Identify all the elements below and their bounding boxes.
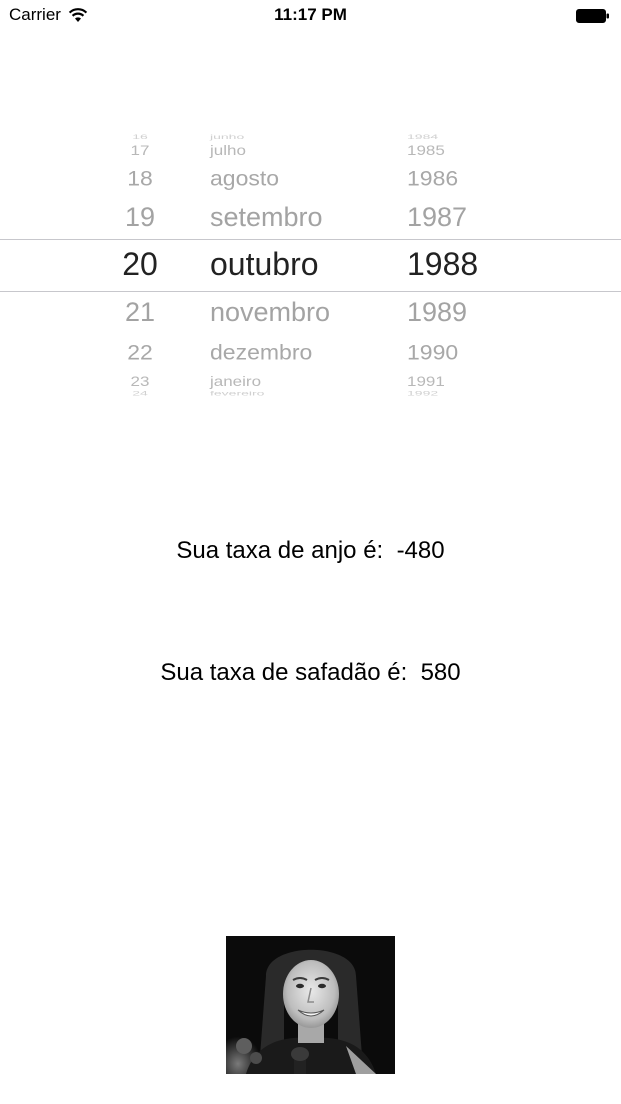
year-wheel[interactable]: 1984 1985 1986 1987 1988 1989 1990 1991 … — [380, 128, 516, 400]
year-option[interactable]: 1991 — [380, 375, 516, 389]
year-option[interactable]: 1990 — [380, 341, 516, 363]
day-option[interactable]: 19 — [100, 204, 180, 231]
day-option[interactable]: 24 — [100, 390, 180, 396]
month-option-selected[interactable]: outubro — [180, 248, 360, 280]
date-picker[interactable]: 16 17 18 19 20 21 22 23 24 junho julho a… — [0, 128, 621, 400]
year-option[interactable]: 1992 — [380, 390, 516, 396]
day-option[interactable]: 16 — [100, 134, 180, 140]
year-option[interactable]: 1989 — [380, 299, 516, 326]
month-option[interactable]: agosto — [180, 167, 360, 189]
month-option[interactable]: julho — [180, 144, 360, 158]
year-option-selected[interactable]: 1988 — [380, 248, 516, 280]
day-option[interactable]: 18 — [100, 167, 180, 189]
anjo-rate-value: -480 — [396, 537, 445, 564]
month-wheel[interactable]: junho julho agosto setembro outubro nove… — [180, 128, 360, 400]
anjo-rate-label: Sua taxa de anjo é: — [176, 537, 384, 564]
year-option[interactable]: 1984 — [380, 134, 516, 140]
month-option[interactable]: janeiro — [180, 375, 360, 389]
month-option[interactable]: dezembro — [180, 341, 360, 363]
safadao-rate-value: 580 — [420, 659, 461, 686]
day-wheel[interactable]: 16 17 18 19 20 21 22 23 24 — [100, 128, 180, 400]
day-option-selected[interactable]: 20 — [100, 248, 180, 280]
day-option[interactable]: 22 — [100, 341, 180, 363]
month-option[interactable]: setembro — [180, 204, 360, 231]
year-option[interactable]: 1987 — [380, 204, 516, 231]
battery-icon — [576, 9, 609, 23]
status-bar: Carrier 11:17 PM — [0, 0, 621, 32]
day-option[interactable]: 23 — [100, 375, 180, 389]
year-option[interactable]: 1986 — [380, 167, 516, 189]
person-photo — [226, 936, 395, 1074]
anjo-rate-text: Sua taxa de anjo é: -480 — [0, 536, 621, 566]
safadao-rate-label: Sua taxa de safadão é: — [160, 659, 408, 686]
month-option[interactable]: fevereiro — [180, 390, 360, 396]
year-option[interactable]: 1985 — [380, 144, 516, 158]
status-time: 11:17 PM — [274, 5, 347, 24]
month-option[interactable]: junho — [180, 134, 360, 140]
day-option[interactable]: 21 — [100, 299, 180, 326]
month-option[interactable]: novembro — [180, 299, 360, 326]
day-option[interactable]: 17 — [100, 144, 180, 158]
safadao-rate-text: Sua taxa de safadão é: 580 — [0, 658, 621, 688]
